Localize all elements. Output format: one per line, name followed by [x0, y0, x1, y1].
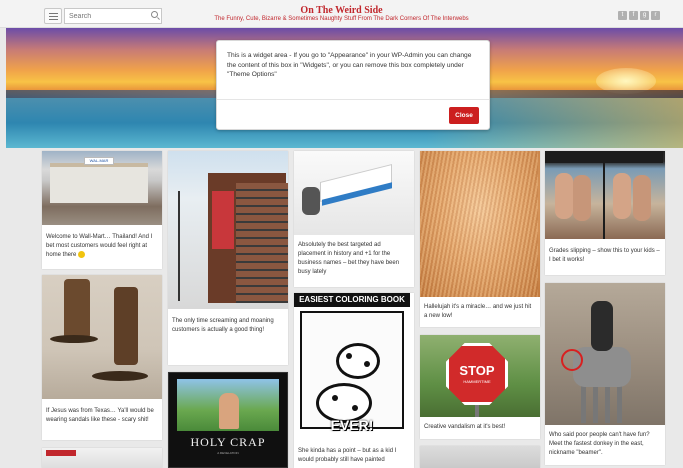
post-image-walmart[interactable]: WAL-MAR [42, 151, 162, 225]
post-image-grades[interactable] [545, 151, 665, 239]
close-button[interactable]: Close [449, 107, 479, 124]
coloring-header: EASIEST COLORING BOOK [294, 293, 410, 307]
post-caption: Grades slipping – show this to your kids… [549, 248, 660, 263]
google-plus-icon[interactable]: g [640, 11, 649, 20]
red-circle-annotation [561, 349, 583, 371]
coloring-ever-text: EVER! [330, 417, 374, 433]
twitter-icon[interactable]: t [618, 11, 627, 20]
widget-text: This is a widget area - If you go to "Ap… [227, 52, 472, 78]
post-card-hallelujah[interactable]: Hallelujah it's a miracle… and we just h… [420, 151, 540, 327]
post-card-grades[interactable]: Grades slipping – show this to your kids… [545, 151, 665, 275]
post-card-partial-2[interactable] [420, 446, 540, 468]
post-image-hallelujah[interactable] [420, 151, 540, 297]
post-card-walmart[interactable]: WAL-MAR Welcome to Wall-Mart… Thailand! … [42, 151, 162, 269]
widget-area: This is a widget area - If you go to "Ap… [216, 40, 490, 130]
post-image-ad[interactable] [294, 151, 414, 235]
page: On The Weird Side The Funny, Cute, Bizar… [0, 0, 683, 468]
post-image-partial[interactable] [42, 448, 162, 468]
post-image-building[interactable] [168, 151, 288, 309]
post-card-building[interactable]: The only time screaming and moaning cust… [168, 151, 288, 365]
rss-icon[interactable]: r [651, 11, 660, 20]
poster-subtitle: A REVELATION [217, 451, 239, 455]
post-caption: Absolutely the best targeted ad placemen… [298, 242, 400, 275]
stop-sign-subtext: HAMMERTIME [463, 379, 491, 384]
post-card-boots[interactable]: If Jesus was from Texas… Ya'll would be … [42, 275, 162, 440]
site-tagline: The Funny, Cute, Bizarre & Sometimes Nau… [214, 16, 469, 22]
post-image-donkey[interactable] [545, 283, 665, 425]
poster-title: HOLY CRAP [190, 435, 266, 449]
smiley-icon [78, 251, 86, 258]
post-caption: Creative vandalism at it's best! [424, 424, 506, 430]
post-caption: Hallelujah it's a miracle… and we just h… [424, 304, 532, 319]
widget-divider [217, 99, 489, 100]
post-card-stop-sign[interactable]: STOP HAMMERTIME Creative vandalism at it… [420, 335, 540, 439]
post-caption: If Jesus was from Texas… Ya'll would be … [46, 408, 154, 423]
post-caption: The only time screaming and moaning cust… [172, 318, 274, 333]
post-caption: Who said poor people can't have fun? Mee… [549, 432, 650, 456]
post-card-coloring-book[interactable]: EASIEST COLORING BOOK EVER! She kinda ha… [294, 293, 414, 468]
facebook-icon[interactable]: f [629, 11, 638, 20]
post-caption: Welcome to Wall-Mart… Thailand! And I be… [46, 234, 153, 259]
post-card-holy-crap[interactable]: HOLY CRAP A REVELATION [168, 372, 288, 468]
post-card-donkey[interactable]: Who said poor people can't have fun? Mee… [545, 283, 665, 465]
site-header: On The Weird Side The Funny, Cute, Bizar… [0, 0, 683, 28]
post-image-holy-crap[interactable] [177, 379, 279, 431]
post-card-partial[interactable] [42, 448, 162, 468]
post-image-partial-2[interactable] [420, 446, 540, 468]
post-image-coloring-book[interactable]: EASIEST COLORING BOOK EVER! [294, 293, 414, 443]
post-card-ad[interactable]: Absolutely the best targeted ad placemen… [294, 151, 414, 287]
stop-sign-text: STOP [446, 343, 508, 405]
store-sign: WAL-MAR [84, 157, 114, 165]
post-image-stop-sign[interactable]: STOP HAMMERTIME [420, 335, 540, 417]
post-image-boots[interactable] [42, 275, 162, 399]
site-title[interactable]: On The Weird Side [0, 5, 683, 16]
post-caption: She kinda has a point – but as a kid I w… [298, 448, 397, 463]
